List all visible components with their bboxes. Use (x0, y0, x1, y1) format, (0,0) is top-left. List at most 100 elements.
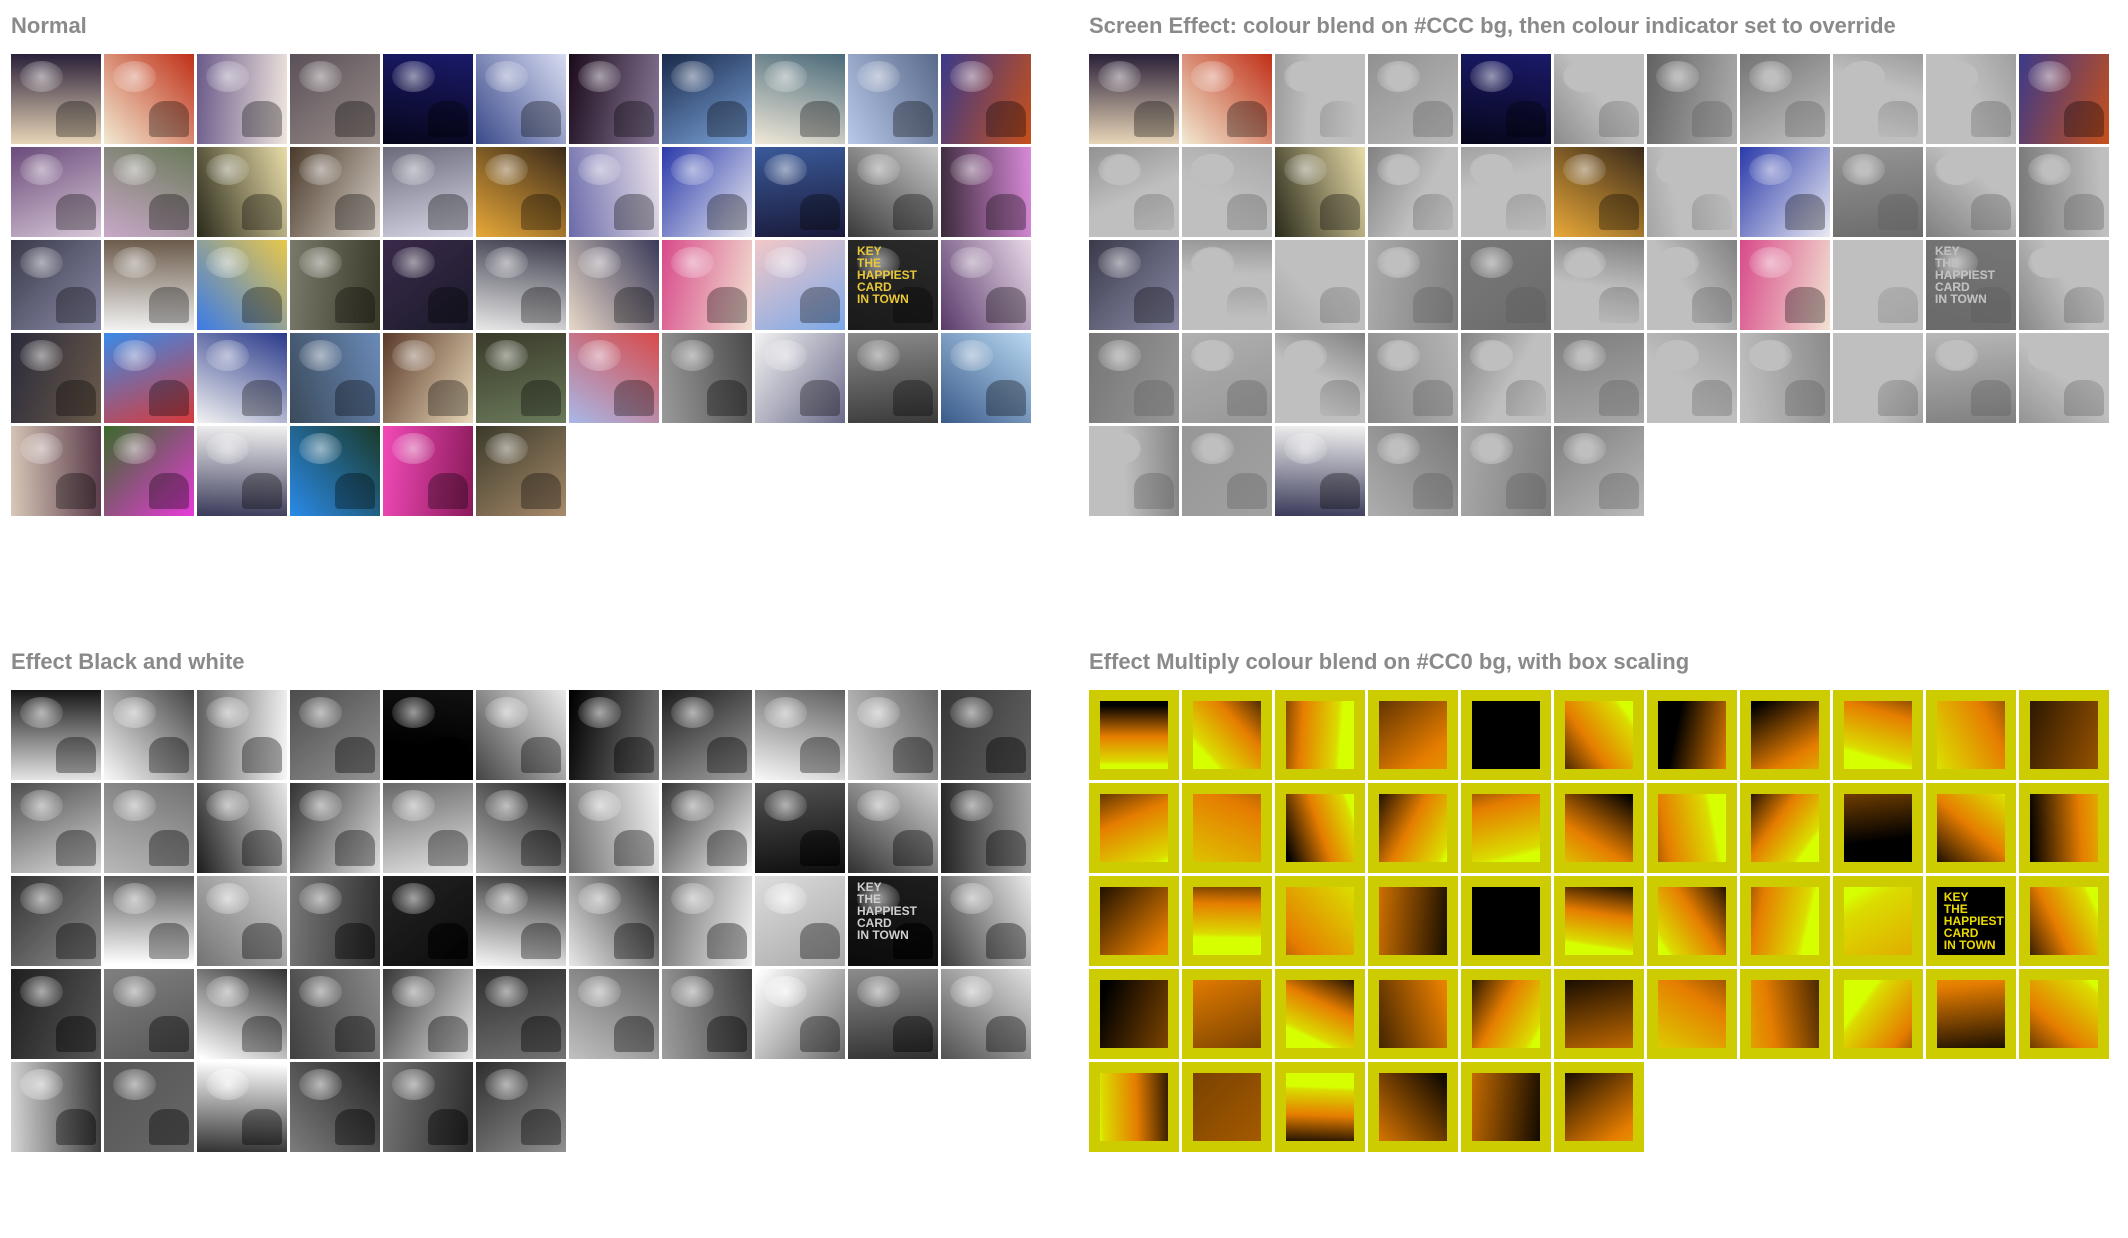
cup-thumb[interactable] (476, 240, 566, 330)
night-harbour-thumb[interactable] (1461, 690, 1551, 780)
happiest-card-thumb[interactable]: KEY THE HAPPIEST CARD IN TOWN (1926, 876, 2016, 966)
drink-thumb[interactable] (1182, 54, 1272, 144)
stormy-sky-thumb[interactable] (569, 54, 659, 144)
tower-dog-thumb[interactable] (569, 783, 659, 873)
dog-leash-thumb[interactable] (1554, 783, 1644, 873)
cup-thumb[interactable] (1554, 876, 1644, 966)
bridge-thumb[interactable] (11, 54, 101, 144)
dog-leash-thumb[interactable] (476, 147, 566, 237)
road-hill-thumb[interactable] (104, 147, 194, 237)
dog-door-thumb[interactable] (11, 240, 101, 330)
dog-plate-thumb[interactable] (197, 54, 287, 144)
dog-basket-thumb[interactable] (1368, 969, 1458, 1059)
bicycle-sky-thumb[interactable] (197, 240, 287, 330)
happiest-card-thumb[interactable]: KEY THE HAPPIEST CARD IN TOWN (848, 240, 938, 330)
dog-pink-thumb[interactable] (2019, 147, 2109, 237)
pink-flower-thumb[interactable] (1182, 1062, 1272, 1152)
kitchen-thumb[interactable] (11, 783, 101, 873)
night-field-thumb[interactable] (1089, 969, 1179, 1059)
dog-rock-thumb[interactable] (941, 240, 1031, 330)
dog-portrait-thumb[interactable] (1275, 426, 1365, 516)
boardwalk-thumb[interactable] (1554, 1062, 1644, 1152)
dog-bed-thumb[interactable] (383, 783, 473, 873)
boardwalk-thumb[interactable] (476, 426, 566, 516)
skyline-sunset-thumb[interactable] (755, 240, 845, 330)
boardwalk-thumb[interactable] (1554, 426, 1644, 516)
dome-building-thumb[interactable] (755, 783, 845, 873)
dog-waterfront-thumb[interactable] (1833, 690, 1923, 780)
two-dogs-thumb[interactable] (383, 333, 473, 423)
napoleon-sign-thumb[interactable] (1182, 333, 1272, 423)
window-room-thumb[interactable] (290, 783, 380, 873)
balcony-thumb[interactable] (1368, 1062, 1458, 1152)
bicycles-thumb[interactable] (1554, 969, 1644, 1059)
night-field-thumb[interactable] (11, 969, 101, 1059)
tower-dog-thumb[interactable] (1647, 147, 1737, 237)
dog-basket-thumb[interactable] (1368, 333, 1458, 423)
beach-dog-thumb[interactable] (848, 333, 938, 423)
street-thumb[interactable] (569, 969, 659, 1059)
dog-bed-thumb[interactable] (1461, 147, 1551, 237)
coffee-flower-thumb[interactable] (662, 240, 752, 330)
dog-bed-thumb[interactable] (1461, 783, 1551, 873)
shoreline-thumb[interactable] (1926, 690, 2016, 780)
drink-thumb[interactable] (104, 54, 194, 144)
palace-night-thumb[interactable] (941, 54, 1031, 144)
dog-hammock-thumb[interactable] (1089, 1062, 1179, 1152)
dog-leash-thumb[interactable] (1554, 147, 1644, 237)
sun-clouds-thumb[interactable] (197, 969, 287, 1059)
stormy-sky-thumb[interactable] (1647, 54, 1737, 144)
door-handle-thumb[interactable] (848, 147, 938, 237)
dog-closeup-thumb[interactable] (476, 54, 566, 144)
tower-dog-thumb[interactable] (569, 147, 659, 237)
cup-thumb[interactable] (1554, 240, 1644, 330)
dog-waterfront-thumb[interactable] (1833, 54, 1923, 144)
night-harbour-thumb[interactable] (1461, 54, 1551, 144)
dog-waterfront-thumb[interactable] (755, 690, 845, 780)
peony-thumb[interactable] (1461, 426, 1551, 516)
dog-pink-thumb[interactable] (941, 147, 1031, 237)
coffee-flower-thumb[interactable] (662, 876, 752, 966)
shoreline-thumb[interactable] (848, 54, 938, 144)
ship-thumb[interactable] (1740, 690, 1830, 780)
window-room-thumb[interactable] (1368, 783, 1458, 873)
dog-plate-thumb[interactable] (1275, 54, 1365, 144)
palace-night-thumb[interactable] (2019, 690, 2109, 780)
stormy-sky-thumb[interactable] (1647, 690, 1737, 780)
skyline-sunset-thumb[interactable] (1833, 240, 1923, 330)
gravel-thumb[interactable] (1368, 876, 1458, 966)
street-thumb[interactable] (569, 333, 659, 423)
bridge-thumb[interactable] (1089, 54, 1179, 144)
dome-building-thumb[interactable] (1833, 783, 1923, 873)
shoreline-thumb[interactable] (1926, 54, 2016, 144)
dog-bed-thumb[interactable] (383, 147, 473, 237)
kitchen-thumb[interactable] (11, 147, 101, 237)
beach-towel-thumb[interactable] (941, 969, 1031, 1059)
bicycle-sky-thumb[interactable] (1275, 240, 1365, 330)
dome-building-thumb[interactable] (1833, 147, 1923, 237)
door-handle-thumb[interactable] (1926, 783, 2016, 873)
napoleon-sign-thumb[interactable] (104, 333, 194, 423)
river-dusk-thumb[interactable] (1461, 876, 1551, 966)
steps-dog-thumb[interactable] (1368, 690, 1458, 780)
steps-dog-thumb[interactable] (290, 690, 380, 780)
dog-basket-thumb[interactable] (290, 969, 380, 1059)
dog-basket-thumb[interactable] (290, 333, 380, 423)
window-room-thumb[interactable] (1368, 147, 1458, 237)
dog-grin-thumb[interactable] (1833, 969, 1923, 1059)
coffee-flower-thumb[interactable] (1740, 876, 1830, 966)
peony-thumb[interactable] (383, 426, 473, 516)
napoleon-sign-thumb[interactable] (104, 969, 194, 1059)
bicycles-thumb[interactable] (1554, 333, 1644, 423)
concert-night-thumb[interactable] (662, 783, 752, 873)
window-room-thumb[interactable] (290, 147, 380, 237)
ship-thumb[interactable] (1740, 54, 1830, 144)
dog-grin-thumb[interactable] (755, 333, 845, 423)
sun-clouds-thumb[interactable] (1275, 333, 1365, 423)
street-thumb[interactable] (1647, 969, 1737, 1059)
wall-shadow-thumb[interactable] (662, 969, 752, 1059)
dog-pink-thumb[interactable] (941, 783, 1031, 873)
dog-waterfront-thumb[interactable] (755, 54, 845, 144)
shadow-dog-thumb[interactable] (197, 147, 287, 237)
shoreline-thumb[interactable] (848, 690, 938, 780)
